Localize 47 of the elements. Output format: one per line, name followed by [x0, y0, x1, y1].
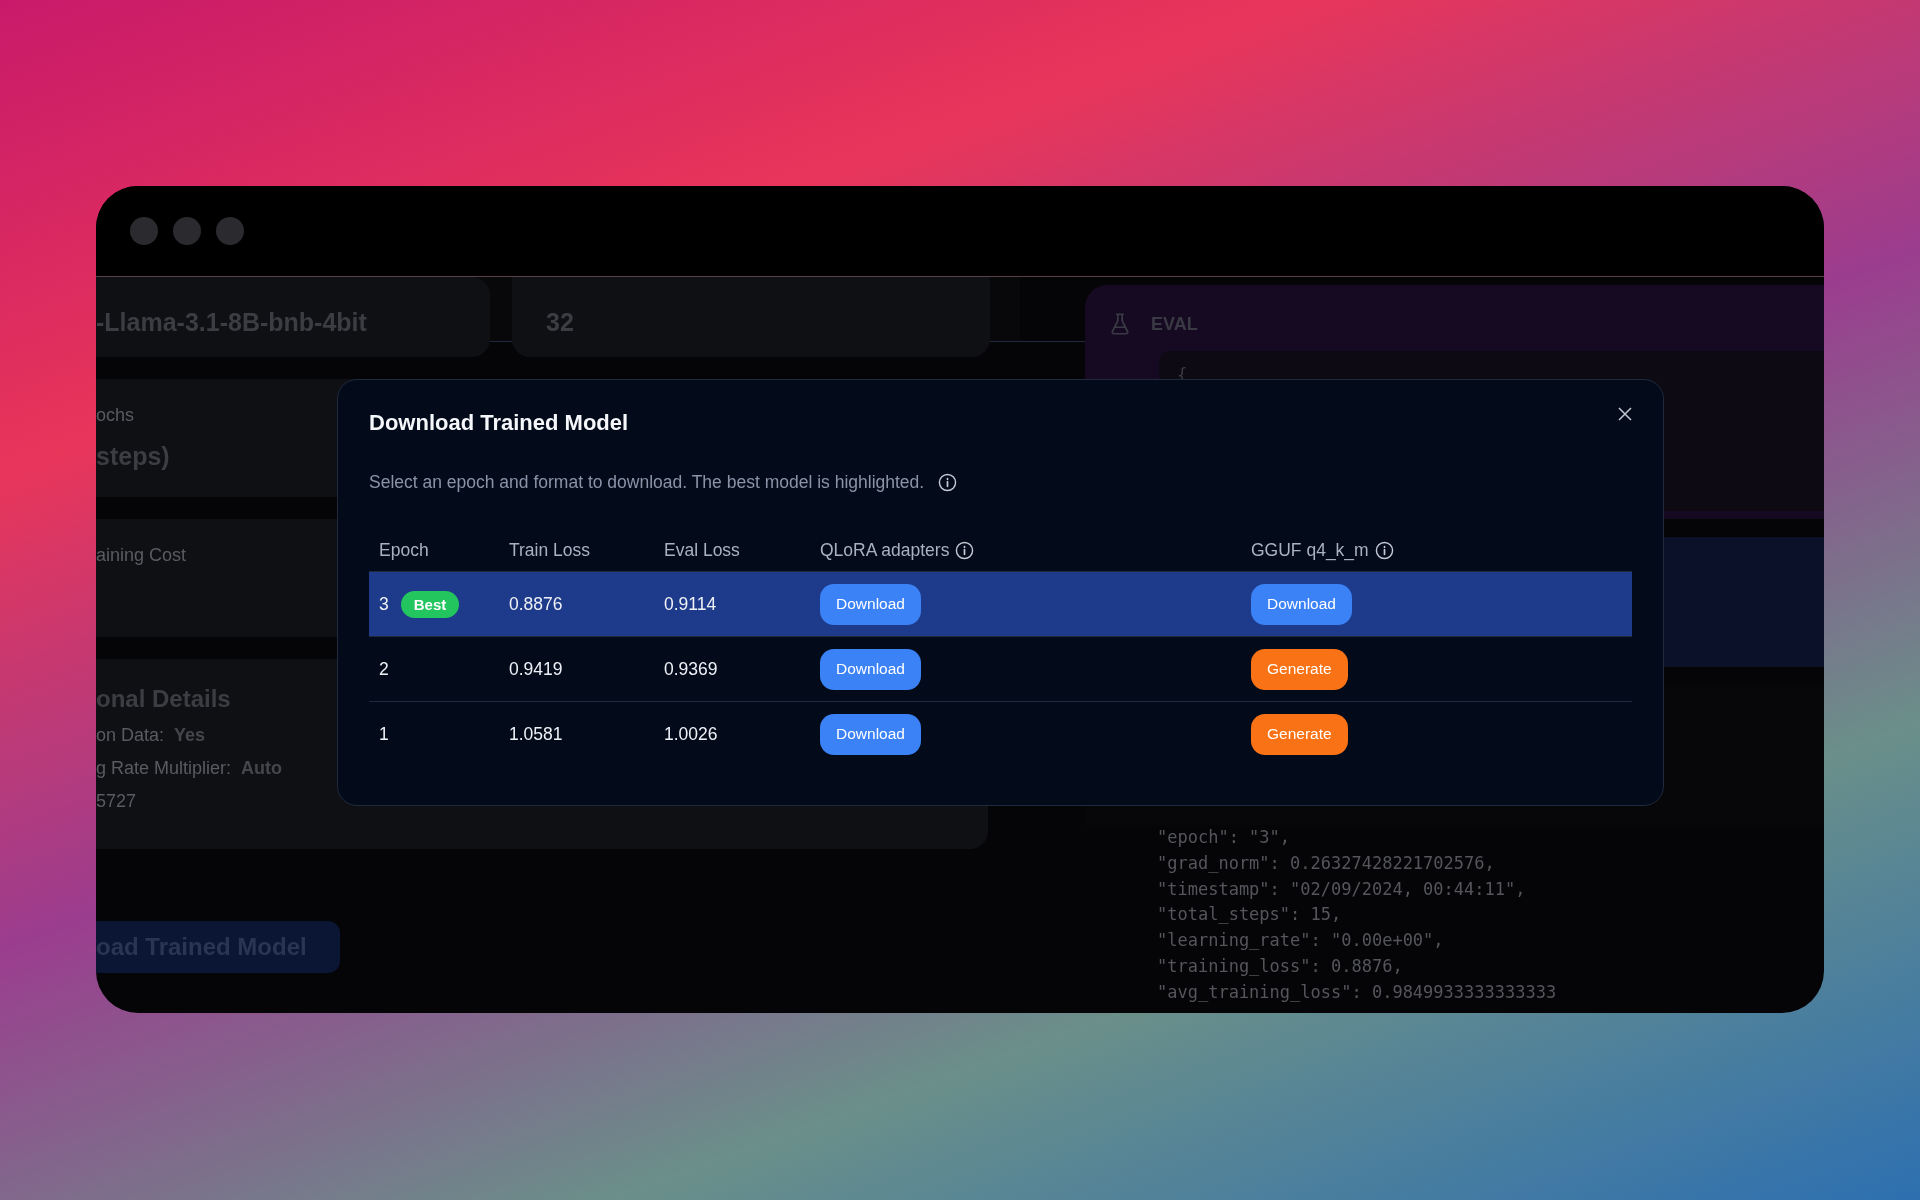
eval-loss-cell: 0.9114: [664, 593, 717, 615]
train-loss-cell: 1.0581: [509, 723, 563, 745]
table-row[interactable]: 2 0.9419 0.9369 Download Generate: [369, 637, 1632, 702]
eval-loss-cell: 0.9369: [664, 658, 718, 680]
generate-button[interactable]: Generate: [1251, 713, 1348, 755]
download-button[interactable]: Download: [820, 648, 921, 690]
code-line: "training_loss": 0.8876,: [1157, 955, 1404, 978]
column-header: Train Loss: [509, 539, 591, 561]
info-icon[interactable]: [955, 540, 975, 560]
column-header: GGUF q4_k_m: [1251, 539, 1369, 561]
column-header: QLoRA adapters: [820, 539, 950, 561]
close-button[interactable]: [1617, 406, 1633, 422]
epoch-cell: 2: [379, 658, 389, 680]
column-header: Eval Loss: [664, 539, 740, 561]
eval-loss-cell: 1.0026: [664, 723, 718, 745]
info-icon[interactable]: [1374, 540, 1394, 560]
code-line: "timestamp": "02/09/2024, 00:44:11",: [1157, 877, 1527, 901]
code-line: "learning_rate": "0.00e+00",: [1157, 929, 1445, 953]
window-control-dot[interactable]: [216, 217, 244, 245]
detail-label: on Data:: [96, 725, 165, 746]
table-row[interactable]: 1 1.0581 1.0026 Download Generate: [369, 702, 1632, 766]
code-line: "avg_training_loss": 0.9849933333333333: [1157, 980, 1558, 1004]
dialog-description: Select an epoch and format to download. The best model is highlighted.: [369, 472, 925, 493]
epoch-cell: 3: [379, 593, 389, 615]
download-button[interactable]: Download: [820, 713, 921, 755]
detail-label: 5727: [96, 791, 137, 812]
epoch-cell: 1: [379, 723, 389, 745]
epochs-label: ochs: [96, 405, 135, 426]
detail-value: Auto: [241, 758, 283, 779]
dialog-title: Download Trained Model: [369, 410, 629, 436]
train-loss-cell: 0.9419: [509, 658, 563, 680]
window-control-dot[interactable]: [130, 217, 158, 245]
window-control-dot[interactable]: [173, 217, 201, 245]
generate-button[interactable]: Generate: [1251, 648, 1348, 690]
info-icon[interactable]: [938, 473, 958, 492]
code-line: "grad_norm": 0.26327428221702576,: [1157, 851, 1496, 875]
code-line: "total_steps": 15,: [1157, 903, 1343, 927]
column-header: Epoch: [379, 539, 429, 561]
cost-label: aining Cost: [96, 545, 187, 566]
best-badge: Best: [400, 590, 460, 618]
detail-value: Yes: [174, 725, 206, 746]
code-line: "epoch": "3",: [1157, 826, 1292, 849]
table-row[interactable]: 3 Best 0.8876 0.9114 Download Download: [369, 572, 1632, 637]
detail-label: g Rate Multiplier:: [96, 758, 232, 779]
download-button[interactable]: Download: [820, 583, 921, 625]
train-loss-cell: 0.8876: [509, 593, 563, 615]
download-button[interactable]: Download: [1251, 583, 1352, 625]
